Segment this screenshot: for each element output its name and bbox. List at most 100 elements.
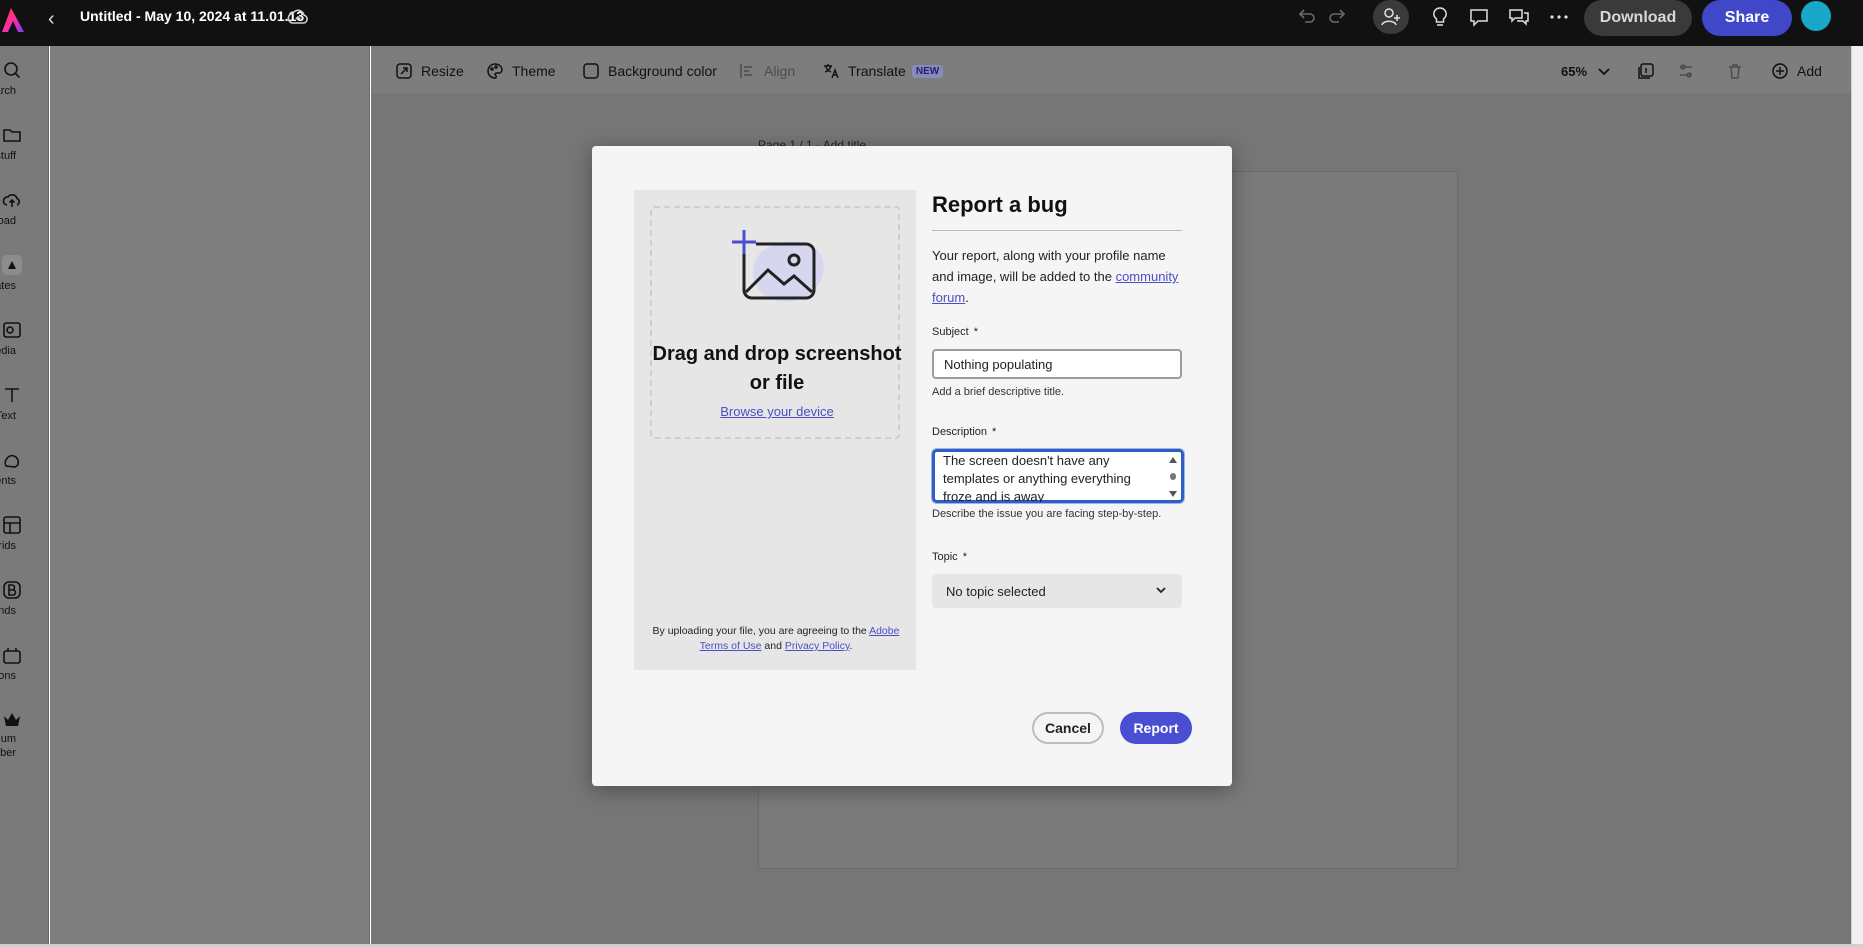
back-chevron-icon[interactable]: ‹: [48, 8, 64, 31]
rail-item-add-ons[interactable]: dd-ons: [0, 645, 49, 707]
adjust-button[interactable]: [1677, 60, 1703, 82]
media-icon: [3, 322, 21, 338]
rail-label-add-ons: dd-ons: [0, 670, 16, 682]
translate-button[interactable]: Translate NEW: [822, 60, 944, 82]
rail-item-brands[interactable]: 3rands: [0, 580, 49, 642]
required-mark: *: [962, 551, 967, 563]
chevron-down-icon: [1598, 68, 1610, 76]
trash-icon: [1729, 64, 1741, 79]
resize-icon: [396, 63, 412, 79]
chat-bubbles-icon[interactable]: [1507, 5, 1531, 29]
translate-icon: [824, 64, 839, 79]
invite-collaborator-button[interactable]: [1373, 0, 1409, 34]
vertical-scrollbar[interactable]: [1851, 46, 1863, 947]
zoom-dropdown[interactable]: 65%: [1561, 60, 1613, 82]
description-help: Describe the issue you are facing step-b…: [932, 508, 1162, 520]
more-options-icon[interactable]: [1547, 5, 1571, 29]
rail-item-text[interactable]: Text: [0, 385, 49, 447]
rail-item-your-stuff[interactable]: our stuff: [0, 125, 49, 187]
palette-icon: [487, 63, 503, 79]
subject-label: Subject *: [932, 326, 978, 338]
rail-item-media[interactable]: Media: [0, 320, 49, 382]
adobe-express-logo-icon[interactable]: [0, 6, 26, 36]
rail-item-search[interactable]: earch: [0, 60, 49, 122]
resize-label: Resize: [421, 63, 464, 79]
description-field[interactable]: The screen doesn't have any templates or…: [932, 449, 1184, 503]
legal-prefix: By uploading your file, you are agreeing…: [652, 625, 870, 637]
dialog-title: Report a bug: [932, 192, 1068, 217]
textarea-scrollbar[interactable]: [1167, 455, 1179, 499]
share-button[interactable]: Share: [1702, 0, 1792, 36]
background-color-button[interactable]: Background color: [582, 60, 717, 82]
legal-and: and: [761, 640, 785, 652]
topic-label-text: Topic: [932, 551, 958, 563]
rail-item-templates[interactable]: mplates: [0, 255, 49, 317]
add-image-icon: [732, 230, 824, 302]
background-color-label: Background color: [608, 63, 717, 79]
upload-legal-text: By uploading your file, you are agreeing…: [648, 624, 904, 654]
comment-icon[interactable]: [1467, 5, 1491, 29]
rail-item-upload[interactable]: Jpload: [0, 190, 49, 252]
title-divider: [932, 230, 1182, 231]
delete-button[interactable]: [1726, 60, 1752, 82]
pages-button[interactable]: [1637, 60, 1663, 82]
rail-item-elements[interactable]: ements: [0, 450, 49, 512]
lightbulb-icon[interactable]: [1428, 5, 1452, 29]
topic-label: Topic *: [932, 551, 967, 563]
redo-icon[interactable]: [1326, 5, 1350, 29]
crown-icon: [4, 713, 20, 726]
topic-value: No topic selected: [946, 583, 1046, 599]
top-bar: ‹ Untitled - May 10, 2024 at 11.01.13 Do…: [0, 0, 1863, 46]
file-drop-zone[interactable]: Drag and drop screenshot or file Browse …: [650, 206, 902, 439]
browse-device-link[interactable]: Browse your device: [652, 404, 902, 419]
grid-icon: [3, 516, 21, 534]
cloud-sync-icon[interactable]: [286, 6, 310, 28]
download-button[interactable]: Download: [1584, 0, 1692, 36]
report-form: Report a bug Your report, along with you…: [932, 190, 1186, 660]
rail-label-brands: 3rands: [0, 605, 16, 617]
rail-label-upload: Jpload: [0, 215, 16, 227]
align-label: Align: [764, 63, 796, 79]
add-label: Add: [1797, 63, 1822, 79]
subject-help: Add a brief descriptive title.: [932, 386, 1065, 398]
resize-button[interactable]: Resize: [395, 60, 464, 82]
rail-label-templates: mplates: [0, 280, 16, 292]
align-icon: [740, 64, 752, 78]
rail-label-text: Text: [0, 410, 16, 422]
search-icon: [4, 62, 21, 79]
chevron-down-icon: [1156, 587, 1166, 594]
rail-label-elements: ements: [0, 475, 16, 487]
report-button[interactable]: Report: [1120, 712, 1192, 744]
undo-icon[interactable]: [1294, 5, 1318, 29]
privacy-policy-link[interactable]: Privacy Policy: [785, 640, 850, 652]
report-bug-dialog: Drag and drop screenshot or file Browse …: [592, 146, 1232, 786]
avatar[interactable]: [1801, 1, 1831, 31]
document-title[interactable]: Untitled - May 10, 2024 at 11.01.13: [80, 8, 304, 24]
subject-input[interactable]: [932, 349, 1182, 379]
context-toolbar: Resize Theme Background color Align Tran…: [371, 46, 1851, 94]
rail-label-media: Media: [0, 345, 16, 357]
subject-label-text: Subject: [932, 326, 969, 338]
description-textarea[interactable]: The screen doesn't have any templates or…: [943, 452, 1155, 502]
rail-label-your-stuff: our stuff: [0, 150, 16, 162]
theme-label: Theme: [512, 63, 556, 79]
rail-label-premium: emium ember: [0, 733, 16, 759]
intro-suffix: .: [965, 290, 969, 305]
topic-dropdown[interactable]: No topic selected: [932, 574, 1182, 608]
rail-label-search: earch: [0, 85, 16, 97]
legal-suffix: .: [849, 640, 853, 652]
cancel-button[interactable]: Cancel: [1032, 712, 1104, 744]
required-mark: *: [973, 326, 978, 338]
plus-circle-icon: [1772, 63, 1788, 79]
sliders-icon: [1680, 64, 1692, 78]
add-page-button[interactable]: Add: [1771, 60, 1822, 82]
templates-icon: [2, 255, 22, 275]
theme-button[interactable]: Theme: [486, 60, 556, 82]
rail-item-grids[interactable]: Grids: [0, 515, 49, 577]
rail-label-grids: Grids: [0, 540, 16, 552]
zoom-value: 65%: [1561, 63, 1588, 79]
rail-item-premium[interactable]: emium ember: [0, 710, 49, 772]
align-button[interactable]: Align: [738, 60, 795, 82]
description-label: Description *: [932, 426, 996, 438]
side-panel: [50, 46, 370, 947]
